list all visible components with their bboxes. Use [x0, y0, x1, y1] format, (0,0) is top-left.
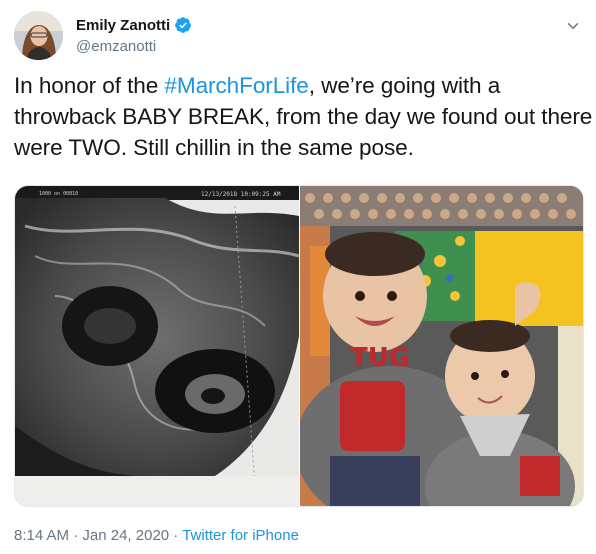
tweet-date[interactable]: Jan 24, 2020	[82, 527, 169, 544]
verified-badge-icon	[174, 16, 192, 34]
media-grid: 12/13/2018 10:09:25 AM 1000 on 00810 TUG	[14, 185, 584, 507]
handle[interactable]: @emzanotti	[76, 38, 156, 55]
shirt-text: TUG	[350, 343, 410, 373]
tweet-time[interactable]: 8:14 AM	[14, 527, 69, 544]
ultrasound-corner-text: 1000 on 00810	[39, 191, 78, 197]
tweet-line-2: throwback BABY BREAK, from the day we fo…	[14, 104, 593, 129]
name-row: Emily Zanotti	[76, 16, 192, 34]
tweet-line-1: In honor of the #MarchForLife, we’re goi…	[14, 70, 588, 101]
meta-separator-1: ·	[69, 527, 83, 544]
tweet-line-3: were TWO. Still chillin in the same pose…	[14, 135, 414, 160]
meta-separator-2: ·	[169, 527, 183, 544]
tweet-header: Emily Zanotti @emzanotti	[14, 11, 584, 63]
hashtag-link[interactable]: #MarchForLife	[164, 73, 308, 98]
tweet-meta: 8:14 AM · Jan 24, 2020 · Twitter for iPh…	[14, 527, 299, 544]
chevron-down-icon[interactable]	[564, 17, 582, 35]
twin-babies-photo[interactable]: TUG	[300, 186, 583, 506]
ultrasound-image[interactable]: 12/13/2018 10:09:25 AM 1000 on 00810	[15, 186, 299, 506]
tweet-source-link[interactable]: Twitter for iPhone	[182, 527, 299, 544]
tweet-text: In honor of the #MarchForLife, we’re goi…	[14, 70, 593, 163]
avatar[interactable]	[14, 11, 63, 60]
tweet-text-suffix: , we’re going with a	[308, 73, 501, 98]
display-name[interactable]: Emily Zanotti	[76, 17, 170, 34]
ultrasound-timestamp: 12/13/2018 10:09:25 AM	[201, 191, 281, 198]
tweet-text-prefix: In honor of the	[14, 73, 165, 98]
